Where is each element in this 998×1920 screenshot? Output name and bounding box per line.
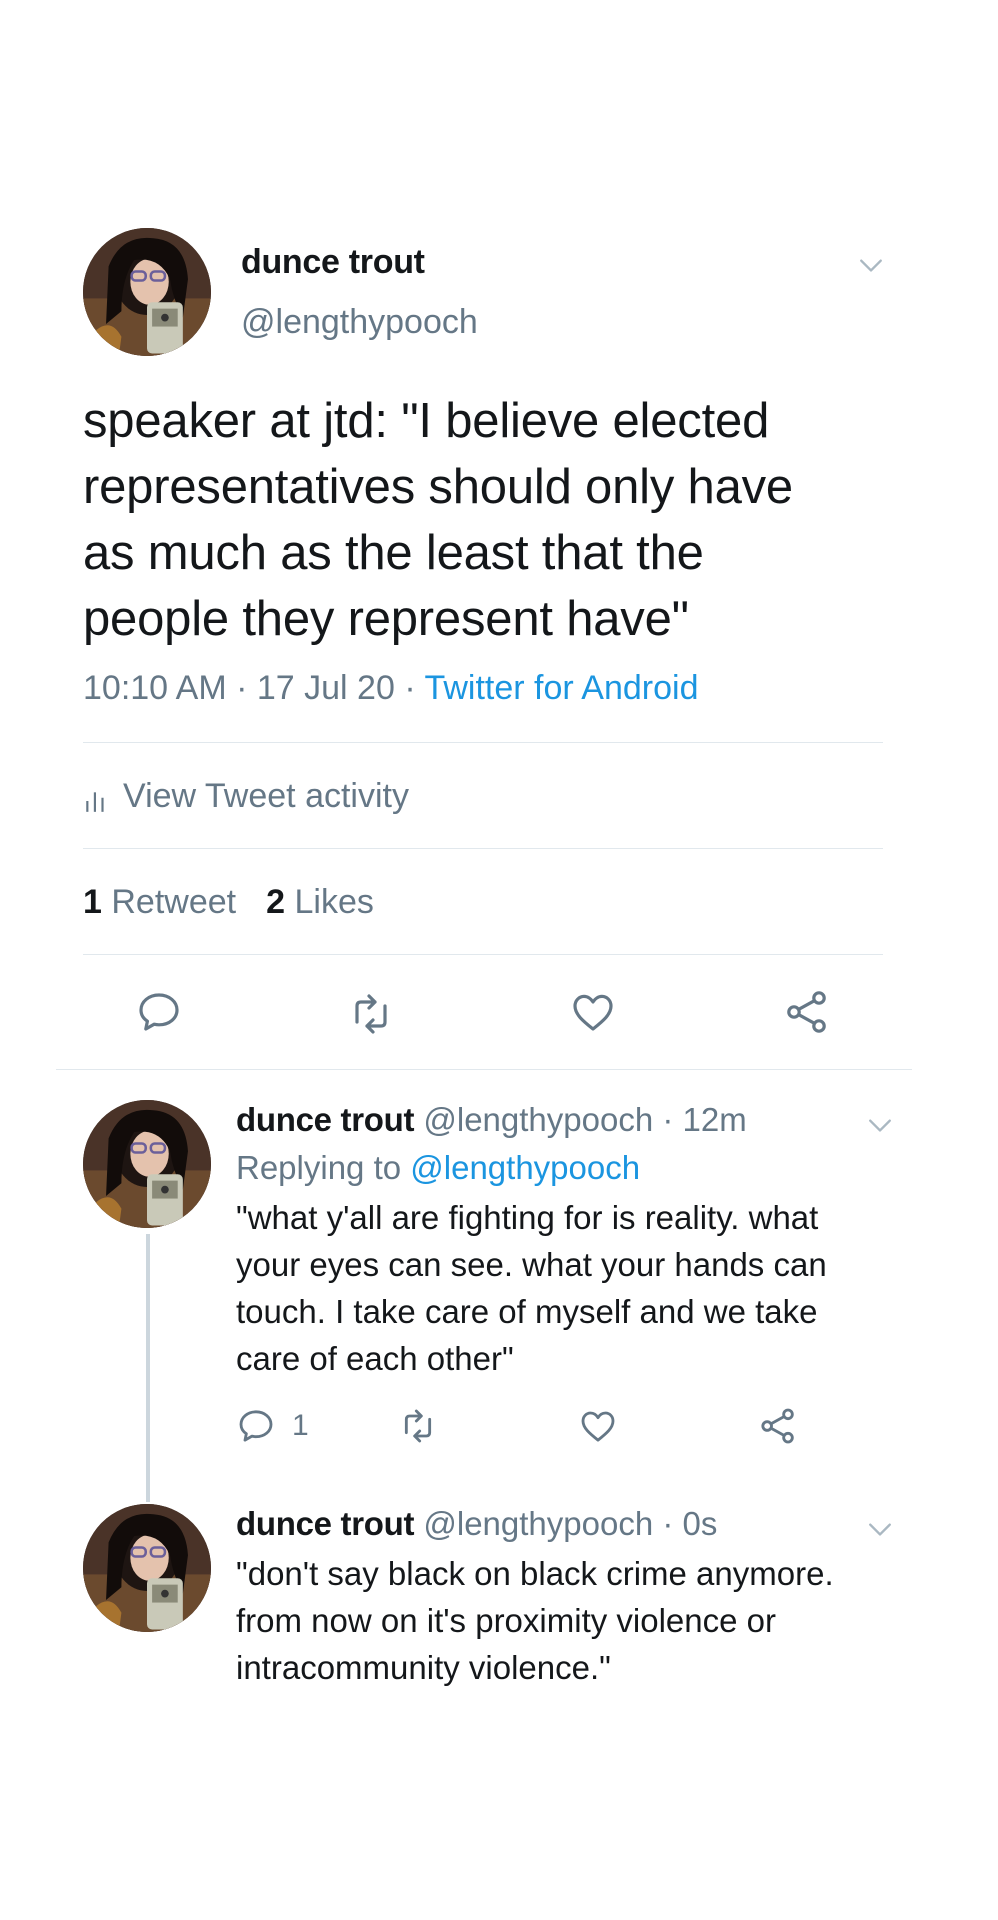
meta-separator: ·	[394, 669, 425, 707]
reply-header: dunce trout @lengthypooch · 0s	[236, 1504, 876, 1544]
tweet-date: 17 Jul 20	[256, 669, 395, 707]
share-nodes-icon[interactable]	[783, 988, 831, 1036]
avatar-photo	[83, 1504, 211, 1632]
reply-body: dunce trout @lengthypooch · 0s "don't sa…	[236, 1504, 876, 1691]
avatar-photo	[83, 1100, 211, 1228]
retweets-link[interactable]: 1 Retweet	[83, 883, 236, 921]
retweet-arrows-icon[interactable]	[347, 990, 395, 1038]
reply-actions: 1	[236, 1406, 796, 1450]
speech-bubble-icon[interactable]	[135, 988, 183, 1036]
divider	[83, 742, 883, 743]
reply-tweet[interactable]: dunce trout @lengthypooch · 12m Replying…	[83, 1100, 893, 1480]
retweet-label: Retweet	[111, 883, 237, 921]
engagement-counts: 1 Retweet 2 Likes	[83, 882, 374, 922]
reply-count: 1	[292, 1409, 309, 1442]
reply-text: "what y'all are fighting for is reality.…	[236, 1199, 827, 1377]
author-name[interactable]: dunce trout	[241, 242, 478, 282]
speech-bubble-icon[interactable]	[236, 1406, 276, 1446]
tweet-actions	[83, 986, 883, 1042]
avatar-photo	[83, 228, 211, 356]
tweet-time: 10:10 AM	[83, 669, 227, 707]
meta-separator: ·	[653, 1505, 683, 1542]
avatar[interactable]	[83, 228, 211, 356]
author-block[interactable]: dunce trout @lengthypooch	[241, 242, 478, 342]
replying-prefix: Replying to	[236, 1149, 411, 1186]
author-name[interactable]: dunce trout	[236, 1101, 414, 1138]
avatar[interactable]	[83, 1504, 211, 1632]
reply-tweet[interactable]: dunce trout @lengthypooch · 0s "don't sa…	[83, 1504, 893, 1704]
author-name[interactable]: dunce trout	[236, 1505, 414, 1542]
tweet-detail-page: dunce trout @lengthypooch speaker at jtd…	[0, 0, 998, 1920]
reply-header: dunce trout @lengthypooch · 12m	[236, 1100, 876, 1140]
replying-to-handle[interactable]: @lengthypooch	[410, 1149, 640, 1186]
view-tweet-activity-button[interactable]: View Tweet activity	[83, 776, 409, 816]
bar-chart-icon	[83, 783, 109, 812]
meta-separator: ·	[226, 669, 257, 707]
likes-link[interactable]: 2 Likes	[266, 883, 374, 921]
like-count: 2	[266, 883, 286, 921]
divider	[83, 848, 883, 849]
retweet-count: 1	[83, 883, 102, 921]
tweet-meta: 10:10 AM · 17 Jul 20 · Twitter for Andro…	[83, 668, 699, 708]
tweet-text: speaker at jtd: "I believe elected repre…	[83, 394, 793, 646]
author-handle[interactable]: @lengthypooch	[423, 1505, 653, 1542]
replying-to: Replying to @lengthypooch	[236, 1148, 876, 1188]
divider	[83, 954, 883, 955]
heart-icon[interactable]	[578, 1406, 618, 1446]
reply-age: 0s	[682, 1505, 718, 1542]
chevron-down-icon[interactable]	[858, 252, 884, 278]
chevron-down-icon[interactable]	[867, 1112, 893, 1138]
share-nodes-icon[interactable]	[758, 1406, 798, 1446]
tweet-source-link[interactable]: Twitter for Android	[424, 669, 698, 707]
divider	[56, 1069, 912, 1070]
heart-icon[interactable]	[569, 988, 617, 1036]
reply-text: "don't say black on black crime anymore.…	[236, 1555, 834, 1686]
retweet-arrows-icon[interactable]	[398, 1406, 438, 1446]
like-label: Likes	[294, 883, 374, 921]
reply-body: dunce trout @lengthypooch · 12m Replying…	[236, 1100, 876, 1382]
reply-age: 12m	[682, 1101, 747, 1138]
meta-separator: ·	[653, 1101, 683, 1138]
author-handle[interactable]: @lengthypooch	[241, 302, 478, 342]
author-handle[interactable]: @lengthypooch	[423, 1101, 653, 1138]
avatar[interactable]	[83, 1100, 211, 1228]
chevron-down-icon[interactable]	[867, 1516, 893, 1542]
activity-label: View Tweet activity	[123, 777, 409, 815]
